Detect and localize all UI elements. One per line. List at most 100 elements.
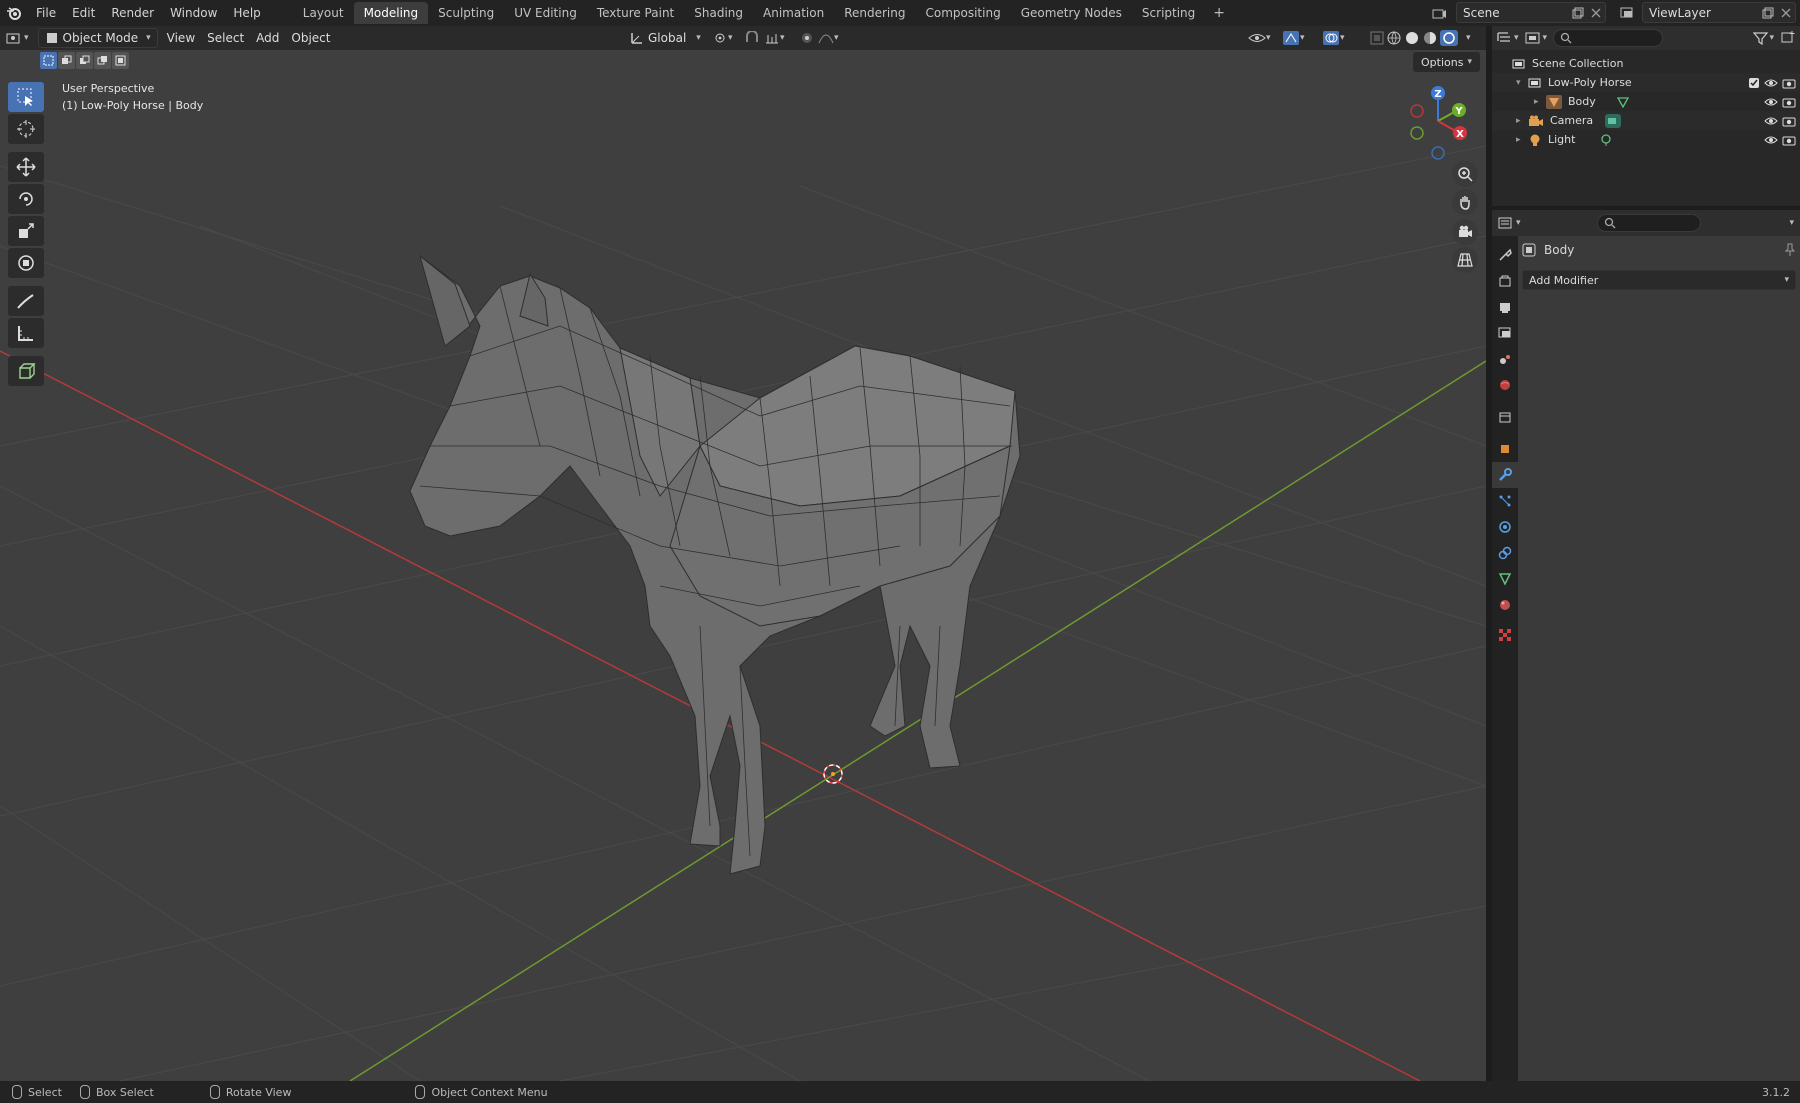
tab-output[interactable] bbox=[1492, 294, 1518, 320]
3d-viewport[interactable]: ▾ Object Mode ▾ View Select Add Object G… bbox=[0, 26, 1486, 1081]
properties-options-dropdown[interactable]: ▾ bbox=[1789, 218, 1794, 228]
rotate-tool[interactable] bbox=[8, 184, 44, 214]
copy-icon[interactable] bbox=[1759, 4, 1777, 22]
select-subtract-button[interactable] bbox=[76, 52, 93, 69]
pan-hand-icon[interactable] bbox=[1452, 189, 1478, 215]
outliner-row-body[interactable]: ▸ Body bbox=[1492, 92, 1800, 111]
editor-type-dropdown[interactable]: ▾ bbox=[0, 28, 35, 48]
menu-object[interactable]: Object bbox=[285, 28, 336, 48]
checkbox-icon[interactable] bbox=[1748, 77, 1760, 89]
scene-selector[interactable]: Scene bbox=[1456, 2, 1606, 23]
navigation-gizmo[interactable]: Z Y X bbox=[1410, 86, 1467, 160]
view-layer-icon[interactable] bbox=[1618, 4, 1636, 22]
transform-orientation-dropdown[interactable]: Global ▾ bbox=[624, 28, 707, 48]
select-extend-button[interactable] bbox=[58, 52, 75, 69]
render-camera-icon[interactable] bbox=[1782, 115, 1796, 127]
select-intersect-button[interactable] bbox=[112, 52, 129, 69]
tab-texture-paint[interactable]: Texture Paint bbox=[587, 2, 684, 24]
tab-rendering[interactable]: Rendering bbox=[834, 2, 915, 24]
blender-logo-icon[interactable] bbox=[0, 0, 28, 26]
measure-tool[interactable] bbox=[8, 318, 44, 348]
menu-add[interactable]: Add bbox=[250, 28, 285, 48]
cursor-tool[interactable] bbox=[8, 114, 44, 144]
proportional-falloff-dropdown[interactable]: ▾ bbox=[812, 28, 845, 48]
snap-target-dropdown[interactable]: ▾ bbox=[758, 28, 791, 48]
render-camera-icon[interactable] bbox=[1782, 134, 1796, 146]
expand-arrow-icon[interactable]: ▸ bbox=[1516, 116, 1528, 126]
menu-edit[interactable]: Edit bbox=[64, 2, 103, 24]
add-modifier-dropdown[interactable]: Add Modifier ▾ bbox=[1522, 270, 1796, 290]
display-mode-icon[interactable]: ▾ bbox=[1525, 31, 1547, 45]
menu-help[interactable]: Help bbox=[225, 2, 268, 24]
tab-uv-editing[interactable]: UV Editing bbox=[504, 2, 587, 24]
perspective-toggle-icon[interactable] bbox=[1452, 247, 1478, 273]
outliner-row-camera[interactable]: ▸ Camera bbox=[1492, 111, 1800, 130]
tab-view-layer[interactable] bbox=[1492, 320, 1518, 346]
tab-particles[interactable] bbox=[1492, 488, 1518, 514]
overlays-toggle[interactable]: ▾ bbox=[1316, 28, 1351, 48]
mode-dropdown[interactable]: Object Mode ▾ bbox=[37, 28, 158, 48]
outliner-row-low-poly-horse[interactable]: ▾ Low-Poly Horse bbox=[1492, 73, 1800, 92]
select-invert-button[interactable] bbox=[94, 52, 111, 69]
tab-collection[interactable] bbox=[1492, 404, 1518, 430]
tab-animation[interactable]: Animation bbox=[753, 2, 834, 24]
scale-tool[interactable] bbox=[8, 216, 44, 246]
light-data-icon[interactable] bbox=[1599, 133, 1613, 147]
tab-scripting[interactable]: Scripting bbox=[1132, 2, 1205, 24]
wireframe-shading-button[interactable] bbox=[1384, 28, 1404, 48]
tab-shading[interactable]: Shading bbox=[684, 2, 753, 24]
visibility-dropdown[interactable]: ▾ bbox=[1242, 28, 1277, 48]
camera-data-icon[interactable] bbox=[1605, 113, 1622, 128]
tab-world[interactable] bbox=[1492, 372, 1518, 398]
menu-view[interactable]: View bbox=[161, 28, 201, 48]
view-layer-selector[interactable]: ViewLayer bbox=[1642, 2, 1796, 23]
tab-sculpting[interactable]: Sculpting bbox=[428, 2, 504, 24]
horse-mesh[interactable] bbox=[409, 254, 1021, 875]
transform-tool[interactable] bbox=[8, 248, 44, 278]
outliner-row-scene-collection[interactable]: Scene Collection bbox=[1492, 54, 1800, 73]
expand-arrow-icon[interactable]: ▸ bbox=[1516, 135, 1528, 145]
properties-search-input[interactable] bbox=[1596, 214, 1701, 232]
close-icon[interactable] bbox=[1777, 4, 1795, 22]
camera-view-icon[interactable] bbox=[1452, 219, 1478, 245]
render-camera-icon[interactable] bbox=[1782, 77, 1796, 89]
shading-options-dropdown[interactable]: ▾ bbox=[1460, 28, 1477, 48]
pin-icon[interactable] bbox=[1784, 243, 1796, 257]
add-cube-tool[interactable] bbox=[8, 356, 44, 386]
expand-arrow-icon[interactable]: ▾ bbox=[1516, 78, 1528, 88]
menu-render[interactable]: Render bbox=[103, 2, 162, 24]
menu-file[interactable]: File bbox=[28, 2, 64, 24]
tab-modeling[interactable]: Modeling bbox=[353, 2, 429, 24]
menu-window[interactable]: Window bbox=[162, 2, 225, 24]
select-box-tool[interactable] bbox=[8, 82, 44, 112]
eye-icon[interactable] bbox=[1764, 134, 1778, 146]
gizmo-toggle[interactable]: ▾ bbox=[1276, 28, 1311, 48]
material-preview-button[interactable] bbox=[1420, 28, 1440, 48]
outliner-search-input[interactable] bbox=[1553, 29, 1664, 47]
tab-constraints[interactable] bbox=[1492, 540, 1518, 566]
options-dropdown[interactable]: Options ▾ bbox=[1413, 52, 1480, 72]
tab-modifiers[interactable] bbox=[1492, 462, 1518, 488]
tab-geometry-nodes[interactable]: Geometry Nodes bbox=[1011, 2, 1132, 24]
tab-scene[interactable] bbox=[1492, 346, 1518, 372]
outliner-row-light[interactable]: ▸ Light bbox=[1492, 130, 1800, 149]
add-workspace-button[interactable]: + bbox=[1205, 5, 1233, 21]
3d-cursor-icon[interactable] bbox=[823, 764, 843, 784]
tab-physics[interactable] bbox=[1492, 514, 1518, 540]
pivot-point-dropdown[interactable]: ▾ bbox=[706, 28, 739, 48]
eye-icon[interactable] bbox=[1764, 77, 1778, 89]
tab-texture[interactable] bbox=[1492, 622, 1518, 648]
tab-material[interactable] bbox=[1492, 592, 1518, 618]
properties-editor-type-icon[interactable]: ▾ bbox=[1498, 216, 1521, 230]
new-collection-icon[interactable] bbox=[1780, 30, 1796, 47]
rendered-shading-button[interactable] bbox=[1438, 28, 1460, 48]
mesh-data-icon[interactable] bbox=[1616, 96, 1630, 108]
expand-arrow-icon[interactable]: ▸ bbox=[1534, 97, 1546, 107]
tab-render[interactable] bbox=[1492, 268, 1518, 294]
scene-icon[interactable] bbox=[1430, 4, 1448, 22]
annotate-tool[interactable] bbox=[8, 286, 44, 316]
tab-object[interactable] bbox=[1492, 436, 1518, 462]
menu-select[interactable]: Select bbox=[201, 28, 250, 48]
select-new-button[interactable] bbox=[40, 52, 57, 69]
tab-compositing[interactable]: Compositing bbox=[915, 2, 1010, 24]
